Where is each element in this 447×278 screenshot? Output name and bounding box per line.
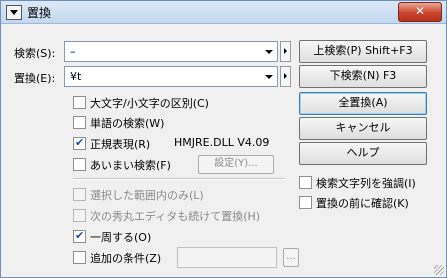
- fuzzy-settings-button[interactable]: 設定(Y)...: [198, 155, 274, 174]
- extra-condition-field[interactable]: [177, 247, 277, 268]
- continue-next-label: 次の秀丸エディタも続けて置換(H): [90, 210, 261, 223]
- confirm-box[interactable]: [299, 196, 312, 209]
- replace-dropdown-icon[interactable]: [265, 75, 273, 79]
- regex-label: 正規表現(R): [90, 138, 151, 151]
- replace-label: 置換(E):: [14, 72, 56, 85]
- system-menu-icon[interactable]: [6, 5, 22, 20]
- highlight-box[interactable]: [299, 176, 312, 189]
- extra-condition-label: 追加の条件(Z): [90, 252, 162, 265]
- regex-box[interactable]: [73, 136, 86, 150]
- close-button[interactable]: ✕: [398, 2, 442, 22]
- selection-only-box[interactable]: [73, 188, 86, 201]
- title-bar: 置換 ✕: [1, 1, 446, 24]
- cancel-button[interactable]: キャンセル: [299, 117, 427, 140]
- fuzzy-search-label: あいまい検索(F): [90, 159, 171, 172]
- case-sensitive-label: 大文字/小文字の区別(C): [90, 97, 209, 110]
- regex-engine-version: HMJRE.DLL V4.09: [174, 136, 270, 149]
- window-title: 置換: [27, 6, 52, 20]
- search-dropdown-icon[interactable]: [265, 50, 273, 54]
- wrap-around-label: 一周する(O): [90, 231, 152, 244]
- replace-history-button[interactable]: [280, 66, 291, 87]
- replace-all-button[interactable]: 全置換(A): [299, 92, 427, 115]
- search-combo[interactable]: –: [64, 41, 278, 62]
- search-history-button[interactable]: [280, 41, 291, 62]
- case-sensitive-box[interactable]: [73, 96, 86, 109]
- fuzzy-search-box[interactable]: [73, 158, 86, 171]
- highlight-label: 検索文字列を強調(I): [316, 177, 416, 190]
- resize-grip-icon[interactable]: [434, 265, 444, 275]
- replace-combo[interactable]: ¥t: [64, 66, 278, 87]
- continue-next-box[interactable]: [73, 209, 86, 222]
- replace-dialog: 置換 ✕ 検索(S): – 置換(E): ¥t 上検索(P) Shift+F3 …: [0, 0, 447, 278]
- word-search-box[interactable]: [73, 116, 86, 129]
- word-search-label: 単語の検索(W): [90, 117, 165, 130]
- search-down-button[interactable]: 下検索(N) F3: [299, 65, 427, 88]
- replace-value: ¥t: [70, 70, 82, 83]
- confirm-label: 置換の前に確認(K): [316, 197, 409, 210]
- extra-condition-box[interactable]: [73, 251, 86, 264]
- search-value: –: [70, 45, 76, 58]
- selection-only-label: 選択した範囲内のみ(L): [90, 189, 204, 202]
- extra-condition-button[interactable]: ...: [283, 248, 299, 267]
- search-up-button[interactable]: 上検索(P) Shift+F3: [299, 40, 427, 63]
- wrap-around-box[interactable]: [73, 229, 86, 243]
- separator: [73, 178, 285, 180]
- help-button[interactable]: ヘルプ: [299, 142, 427, 165]
- search-label: 検索(S):: [14, 47, 56, 60]
